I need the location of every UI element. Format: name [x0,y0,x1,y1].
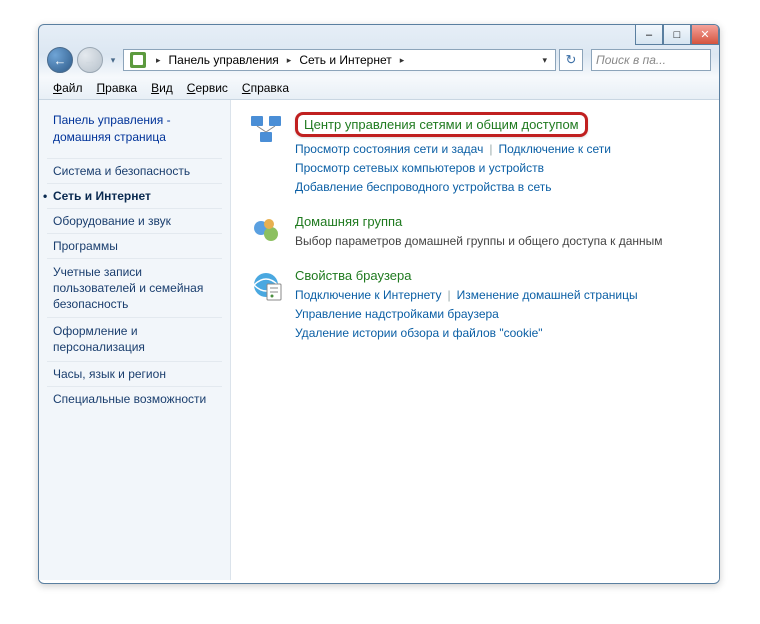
breadcrumb-arrow[interactable]: ▸ [281,55,298,66]
forward-button[interactable]: → [77,47,103,73]
sidebar-item[interactable]: Часы, язык и регион [47,361,222,386]
sidebar-item[interactable]: Система и безопасность [47,158,222,183]
maximize-button[interactable]: □ [663,25,691,45]
window-body: Панель управления - домашняя страница Си… [39,100,719,580]
control-panel-icon [130,52,146,68]
category-title[interactable]: Центр управления сетями и общим доступом [295,112,588,137]
sublink[interactable]: Изменение домашней страницы [457,288,638,302]
location-bar[interactable]: ▸ Панель управления ▸ Сеть и Интернет ▸ … [123,49,556,71]
breadcrumb-root-arrow[interactable]: ▸ [150,55,167,66]
sidebar-home-link[interactable]: Панель управления - домашняя страница [47,112,222,146]
content-area: Центр управления сетями и общим доступом… [231,100,719,580]
location-dropdown-icon[interactable]: ▾ [536,55,553,66]
search-input[interactable]: Поиск в па... [591,49,711,71]
browser-icon [249,268,283,302]
sublink[interactable]: Просмотр состояния сети и задач [295,142,483,156]
menu-file[interactable]: Файл [47,79,89,97]
menu-bar: Файл Правка Вид Сервис Справка [39,77,719,100]
category-subtext: Выбор параметров домашней группы и общег… [295,232,701,250]
sidebar-item[interactable]: Специальные возможности [47,386,222,411]
back-button[interactable]: ← [47,47,73,73]
category-section: Домашняя группа Выбор параметров домашней… [249,214,701,252]
homegroup-icon [249,214,283,248]
category-section: Свойства браузера Подключение к Интернету… [249,268,701,344]
link-separator: | [442,288,457,302]
refresh-button[interactable]: ↻ [559,49,583,71]
network-icon [249,112,283,146]
sublink[interactable]: Добавление беспроводного устройства в се… [295,180,552,194]
window-controls: – □ ✕ [635,25,719,45]
sidebar-item[interactable]: Оформление и персонализация [47,317,222,360]
sublink[interactable]: Просмотр сетевых компьютеров и устройств [295,161,544,175]
category-title[interactable]: Свойства браузера [295,268,701,283]
nav-history-dropdown[interactable]: ▾ [107,47,119,73]
sidebar-item[interactable]: Программы [47,233,222,258]
sublink[interactable]: Подключение к сети [498,142,610,156]
sidebar-item[interactable]: Оборудование и звук [47,208,222,233]
sublink[interactable]: Подключение к Интернету [295,288,442,302]
sublink[interactable]: Удаление истории обзора и файлов "cookie… [295,326,543,340]
menu-view[interactable]: Вид [145,79,179,97]
category-sublinks: Просмотр состояния сети и задач|Подключе… [295,140,701,198]
close-button[interactable]: ✕ [691,25,719,45]
breadcrumb-arrow-tail[interactable]: ▸ [394,55,411,66]
link-separator: | [483,142,498,156]
category-section: Центр управления сетями и общим доступом… [249,112,701,198]
breadcrumb-item-control-panel[interactable]: Панель управления [167,53,281,67]
sidebar: Панель управления - домашняя страница Си… [39,100,231,580]
minimize-button[interactable]: – [635,25,663,45]
category-title[interactable]: Домашняя группа [295,214,701,229]
menu-help[interactable]: Справка [236,79,295,97]
breadcrumb-item-network[interactable]: Сеть и Интернет [297,53,393,67]
menu-edit[interactable]: Правка [91,79,144,97]
sublink[interactable]: Управление надстройками браузера [295,307,499,321]
menu-tools[interactable]: Сервис [181,79,234,97]
address-bar: ← → ▾ ▸ Панель управления ▸ Сеть и Интер… [39,25,719,77]
control-panel-window: – □ ✕ ← → ▾ ▸ Панель управления ▸ Сеть и… [38,24,720,584]
sidebar-item[interactable]: Учетные записи пользователей и семейная … [47,258,222,318]
sidebar-item[interactable]: Сеть и Интернет [47,183,222,208]
category-sublinks: Подключение к Интернету|Изменение домашн… [295,286,701,344]
